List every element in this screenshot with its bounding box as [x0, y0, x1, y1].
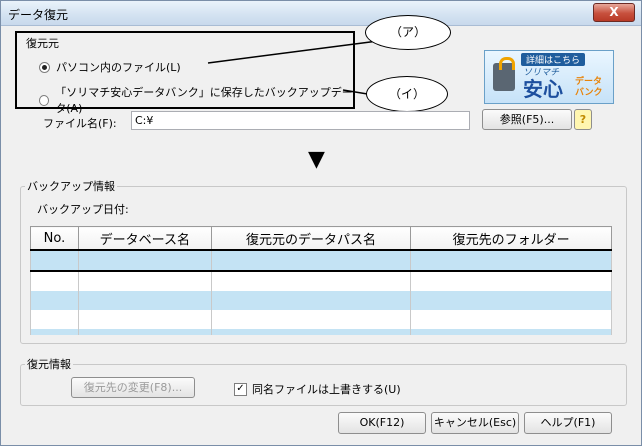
table-header-row: No. データベース名 復元元のデータパス名 復元先のフォルダー	[30, 226, 612, 251]
overwrite-checkbox-box[interactable]: ✓	[234, 382, 247, 396]
table-row[interactable]	[30, 310, 612, 329]
cancel-button[interactable]: キャンセル(Esc)	[431, 412, 519, 434]
filename-input[interactable]: C:¥	[131, 111, 470, 130]
overwrite-checkbox-label: 同名ファイルは上書きする(U)	[252, 383, 401, 396]
callout-a: （ア）	[365, 15, 451, 50]
column-header[interactable]: No.	[30, 226, 79, 251]
browse-button[interactable]: 参照(F5)...	[482, 109, 572, 130]
table-row[interactable]	[30, 271, 612, 291]
column-header[interactable]: データベース名	[77, 226, 212, 251]
ok-button[interactable]: OK(F12)	[338, 412, 426, 434]
down-arrow-icon: ▼	[308, 147, 325, 172]
backup-table: No. データベース名 復元元のデータパス名 復元先のフォルダー	[30, 226, 612, 335]
banner-sub2: バンク	[575, 88, 603, 98]
table-row[interactable]	[30, 291, 612, 310]
table-row[interactable]	[30, 329, 612, 335]
restore-info-legend: 復元情報	[27, 358, 71, 371]
anshin-databank-banner[interactable]: 詳細はこちら ソリマチ 安心 データ バンク	[484, 50, 614, 104]
banner-main: 安心	[523, 77, 563, 101]
data-restore-dialog: データ復元 X 復元元 パソコン内のファイル(L) 「ソリマチ安心データバンク」…	[0, 0, 642, 446]
lock-shackle-icon	[499, 57, 515, 70]
column-header[interactable]: 復元元のデータパス名	[210, 226, 412, 251]
backup-info-legend: バックアップ情報	[27, 180, 115, 193]
overwrite-checkbox[interactable]: ✓ 同名ファイルは上書きする(U)	[234, 381, 401, 397]
table-row[interactable]	[30, 249, 612, 272]
change-destination-button[interactable]: 復元先の変更(F8)...	[71, 377, 195, 398]
backup-date-label: バックアップ日付:	[37, 203, 129, 216]
column-header[interactable]: 復元先のフォルダー	[410, 226, 612, 251]
callout-i: （イ）	[366, 76, 448, 112]
help-button[interactable]: ヘルプ(F1)	[524, 412, 612, 434]
help-icon[interactable]: ?	[574, 109, 592, 130]
filename-label: ファイル名(F):	[43, 117, 117, 130]
